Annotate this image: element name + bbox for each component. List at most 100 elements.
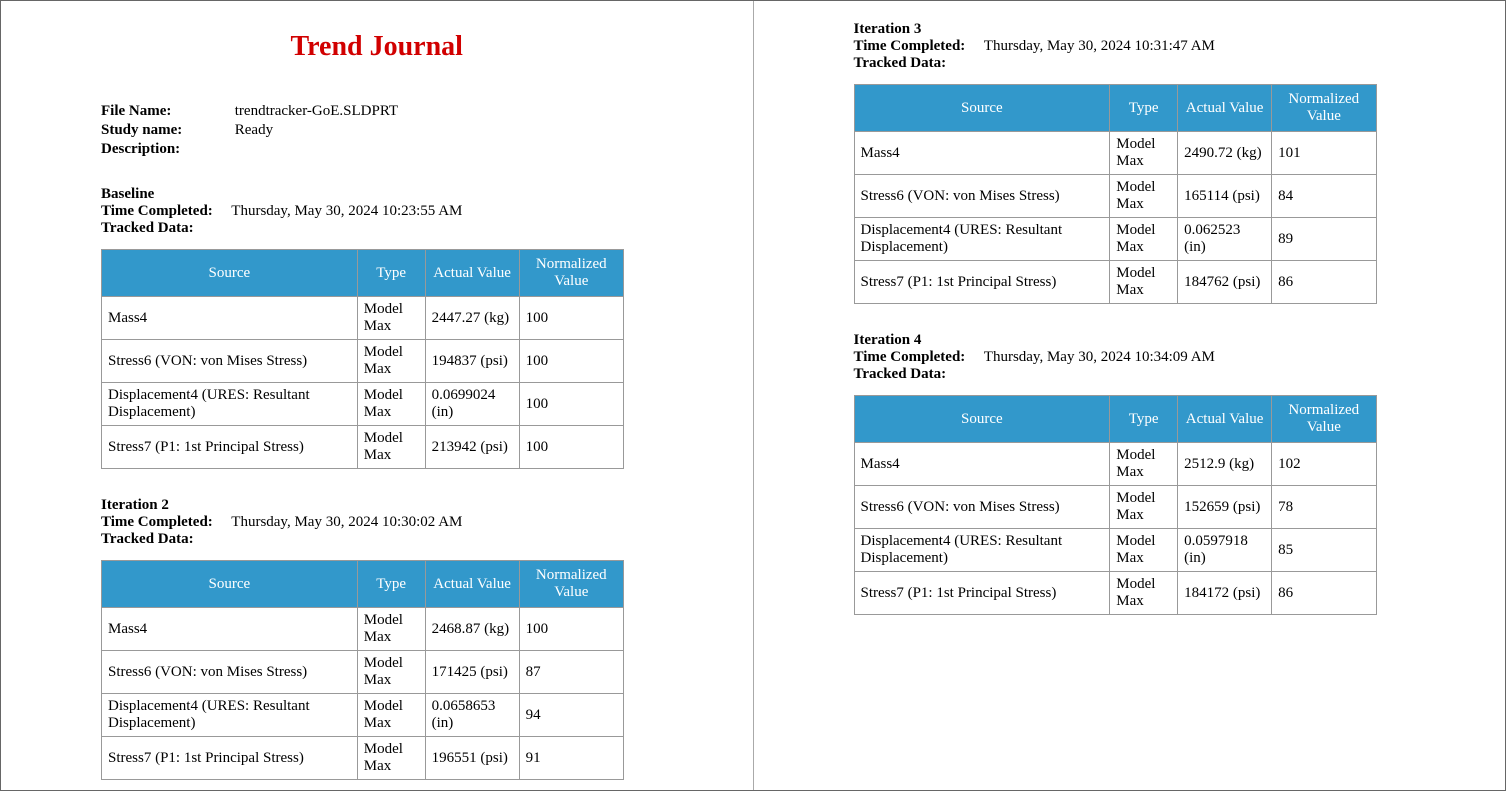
cell-source: Displacement4 (URES: Resultant Displacem… [854, 529, 1110, 572]
col-type: Type [357, 561, 425, 608]
table-row: Mass4Model Max2447.27 (kg)100 [102, 297, 624, 340]
table-row: Displacement4 (URES: Resultant Displacem… [854, 218, 1376, 261]
cell-norm: 84 [1272, 175, 1376, 218]
cell-source: Stress6 (VON: von Mises Stress) [102, 651, 358, 694]
cell-source: Mass4 [854, 132, 1110, 175]
cell-type: Model Max [357, 737, 425, 780]
cell-type: Model Max [357, 297, 425, 340]
time-completed-value: Thursday, May 30, 2024 10:31:47 AM [984, 38, 1215, 54]
cell-norm: 94 [519, 694, 623, 737]
cell-actual: 0.0699024 (in) [425, 383, 519, 426]
col-norm: Normalized Value [519, 250, 623, 297]
table-head: Source Type Actual Value Normalized Valu… [102, 250, 624, 297]
cell-actual: 0.0658653 (in) [425, 694, 519, 737]
cell-actual: 184762 (psi) [1178, 261, 1272, 304]
col-actual: Actual Value [425, 561, 519, 608]
cell-type: Model Max [1110, 486, 1178, 529]
cell-source: Displacement4 (URES: Resultant Displacem… [102, 383, 358, 426]
cell-source: Stress6 (VON: von Mises Stress) [854, 486, 1110, 529]
cell-actual: 184172 (psi) [1178, 572, 1272, 615]
cell-type: Model Max [1110, 572, 1178, 615]
cell-type: Model Max [1110, 261, 1178, 304]
table-row: Stress6 (VON: von Mises Stress)Model Max… [102, 340, 624, 383]
time-completed-value: Thursday, May 30, 2024 10:30:02 AM [231, 514, 462, 530]
table-row: Displacement4 (URES: Resultant Displacem… [102, 694, 624, 737]
cell-norm: 78 [1272, 486, 1376, 529]
cell-norm: 102 [1272, 443, 1376, 486]
cell-source: Displacement4 (URES: Resultant Displacem… [854, 218, 1110, 261]
cell-norm: 100 [519, 383, 623, 426]
meta-label: Description: [101, 141, 231, 158]
col-norm: Normalized Value [1272, 396, 1376, 443]
cell-actual: 0.0597918 (in) [1178, 529, 1272, 572]
cell-actual: 0.062523 (in) [1178, 218, 1272, 261]
cell-actual: 2447.27 (kg) [425, 297, 519, 340]
col-source: Source [102, 561, 358, 608]
col-actual: Actual Value [425, 250, 519, 297]
cell-norm: 85 [1272, 529, 1376, 572]
cell-norm: 100 [519, 340, 623, 383]
cell-type: Model Max [1110, 132, 1178, 175]
cell-source: Stress7 (P1: 1st Principal Stress) [102, 426, 358, 469]
table-baseline: Source Type Actual Value Normalized Valu… [101, 249, 624, 469]
col-actual: Actual Value [1178, 396, 1272, 443]
table-row: Mass4Model Max2512.9 (kg)102 [854, 443, 1376, 486]
section-name: Iteration 4 [854, 332, 922, 348]
cell-source: Stress6 (VON: von Mises Stress) [854, 175, 1110, 218]
cell-actual: 165114 (psi) [1178, 175, 1272, 218]
table-head: Source Type Actual Value Normalized Valu… [854, 396, 1376, 443]
col-type: Type [357, 250, 425, 297]
meta-description: Description: [101, 141, 653, 158]
section-iteration4-header: Iteration 4 Time Completed: Thursday, Ma… [854, 332, 1406, 383]
time-completed-label: Time Completed: [854, 38, 966, 54]
meta-file-name: File Name: trendtracker-GoE.SLDPRT [101, 103, 653, 120]
table-row: Mass4Model Max2490.72 (kg)101 [854, 132, 1376, 175]
cell-actual: 2490.72 (kg) [1178, 132, 1272, 175]
section-name: Baseline [101, 186, 154, 202]
cell-type: Model Max [357, 651, 425, 694]
col-type: Type [1110, 396, 1178, 443]
col-type: Type [1110, 85, 1178, 132]
table-iteration2: Source Type Actual Value Normalized Valu… [101, 560, 624, 780]
tracked-data-label: Tracked Data: [101, 220, 194, 236]
cell-source: Mass4 [102, 608, 358, 651]
cell-source: Stress7 (P1: 1st Principal Stress) [854, 261, 1110, 304]
report-title: Trend Journal [101, 31, 653, 63]
cell-actual: 2468.87 (kg) [425, 608, 519, 651]
section-baseline-header: Baseline Time Completed: Thursday, May 3… [101, 186, 653, 237]
time-completed-value: Thursday, May 30, 2024 10:23:55 AM [231, 203, 462, 219]
table-row: Stress7 (P1: 1st Principal Stress)Model … [102, 426, 624, 469]
time-completed-label: Time Completed: [101, 514, 213, 530]
time-completed-label: Time Completed: [854, 349, 966, 365]
section-iteration2-header: Iteration 2 Time Completed: Thursday, Ma… [101, 497, 653, 548]
cell-type: Model Max [1110, 218, 1178, 261]
col-norm: Normalized Value [519, 561, 623, 608]
table-iteration3: Source Type Actual Value Normalized Valu… [854, 84, 1377, 304]
table-head: Source Type Actual Value Normalized Valu… [102, 561, 624, 608]
col-source: Source [854, 85, 1110, 132]
cell-type: Model Max [357, 340, 425, 383]
table-row: Stress7 (P1: 1st Principal Stress)Model … [102, 737, 624, 780]
page-right: Iteration 3 Time Completed: Thursday, Ma… [754, 1, 1506, 790]
cell-actual: 2512.9 (kg) [1178, 443, 1272, 486]
cell-norm: 87 [519, 651, 623, 694]
cell-actual: 196551 (psi) [425, 737, 519, 780]
cell-norm: 86 [1272, 572, 1376, 615]
meta-study-name: Study name: Ready [101, 122, 653, 139]
cell-type: Model Max [357, 608, 425, 651]
cell-actual: 194837 (psi) [425, 340, 519, 383]
meta-value: trendtracker-GoE.SLDPRT [235, 103, 398, 120]
tracked-data-label: Tracked Data: [854, 366, 947, 382]
meta-label: File Name: [101, 103, 231, 120]
cell-type: Model Max [1110, 175, 1178, 218]
cell-type: Model Max [1110, 443, 1178, 486]
cell-actual: 213942 (psi) [425, 426, 519, 469]
time-completed-value: Thursday, May 30, 2024 10:34:09 AM [984, 349, 1215, 365]
col-actual: Actual Value [1178, 85, 1272, 132]
cell-source: Mass4 [102, 297, 358, 340]
cell-type: Model Max [357, 383, 425, 426]
time-completed-label: Time Completed: [101, 203, 213, 219]
table-row: Stress7 (P1: 1st Principal Stress)Model … [854, 261, 1376, 304]
col-source: Source [102, 250, 358, 297]
table-head: Source Type Actual Value Normalized Valu… [854, 85, 1376, 132]
